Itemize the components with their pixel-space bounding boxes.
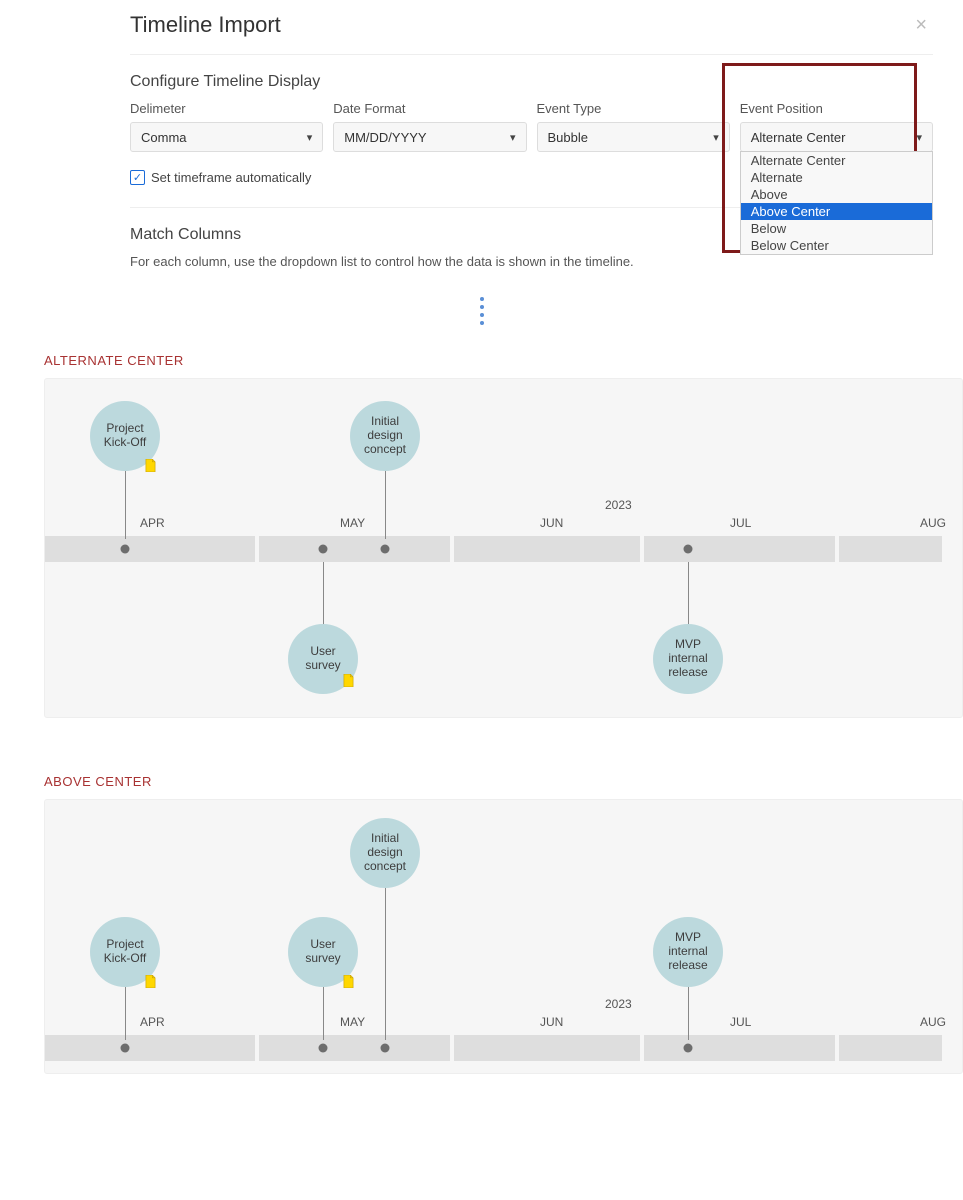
event-position-select[interactable]: Alternate Center ▾ [740, 122, 933, 152]
set-timeframe-label: Set timeframe automatically [151, 170, 311, 185]
event-type-select[interactable]: Bubble ▾ [537, 122, 730, 152]
option-below[interactable]: Below [741, 220, 932, 237]
option-alternate[interactable]: Alternate [741, 169, 932, 186]
chevron-down-icon: ▾ [713, 131, 719, 144]
timeline-above-center: 2023 APR MAY JUN JUL AUG Project Kick-Of… [44, 799, 963, 1074]
month-label: JUL [730, 516, 751, 530]
event-position-label: Event Position [740, 101, 933, 116]
note-icon [343, 975, 354, 988]
chevron-down-icon: ▾ [307, 131, 313, 144]
month-label: AUG [920, 516, 946, 530]
event-type-label: Event Type [537, 101, 730, 116]
chevron-down-icon: ▾ [510, 131, 516, 144]
month-label: JUL [730, 1015, 751, 1029]
timeline-year: 2023 [605, 997, 632, 1011]
delimiter-label: Delimeter [130, 101, 323, 116]
delimiter-select[interactable]: Comma ▾ [130, 122, 323, 152]
event-bubble-mvp: MVP internal release [653, 917, 723, 987]
note-icon [145, 459, 156, 472]
date-format-value: MM/DD/YYYY [344, 130, 426, 145]
timeline-axis [45, 536, 942, 562]
event-position-dropdown[interactable]: Alternate Center Alternate Above Above C… [740, 151, 933, 255]
date-format-select[interactable]: MM/DD/YYYY ▾ [333, 122, 526, 152]
option-below-center[interactable]: Below Center [741, 237, 932, 254]
option-above-center[interactable]: Above Center [741, 203, 932, 220]
event-bubble-mvp: MVP internal release [653, 624, 723, 694]
month-label: MAY [340, 1015, 365, 1029]
timeline-axis [45, 1035, 942, 1061]
month-label: APR [140, 1015, 165, 1029]
event-type-value: Bubble [548, 130, 588, 145]
match-columns-desc: For each column, use the dropdown list t… [130, 254, 933, 269]
option-above[interactable]: Above [741, 186, 932, 203]
set-timeframe-checkbox[interactable]: ✓ [130, 170, 145, 185]
month-label: APR [140, 516, 165, 530]
option-alternate-center[interactable]: Alternate Center [741, 152, 932, 169]
month-label: JUN [540, 1015, 563, 1029]
date-format-label: Date Format [333, 101, 526, 116]
chevron-down-icon: ▾ [916, 131, 922, 144]
month-label: MAY [340, 516, 365, 530]
timeline-alternate-center: 2023 APR MAY JUN JUL AUG Project Kick-Of [44, 378, 963, 718]
vertical-ellipsis-icon [0, 297, 963, 325]
section-label-alternate-center: ALTERNATE CENTER [44, 353, 963, 368]
event-bubble-design: Initial design concept [350, 818, 420, 888]
close-icon[interactable]: × [909, 14, 933, 37]
timeline-year: 2023 [605, 498, 632, 512]
event-bubble-design: Initial design concept [350, 401, 420, 471]
event-position-value: Alternate Center [751, 130, 846, 145]
month-label: AUG [920, 1015, 946, 1029]
delimiter-value: Comma [141, 130, 187, 145]
note-icon [145, 975, 156, 988]
section-label-above-center: ABOVE CENTER [44, 774, 963, 789]
month-label: JUN [540, 516, 563, 530]
note-icon [343, 674, 354, 687]
dialog-title: Timeline Import [130, 12, 281, 38]
configure-section-title: Configure Timeline Display [130, 73, 933, 91]
